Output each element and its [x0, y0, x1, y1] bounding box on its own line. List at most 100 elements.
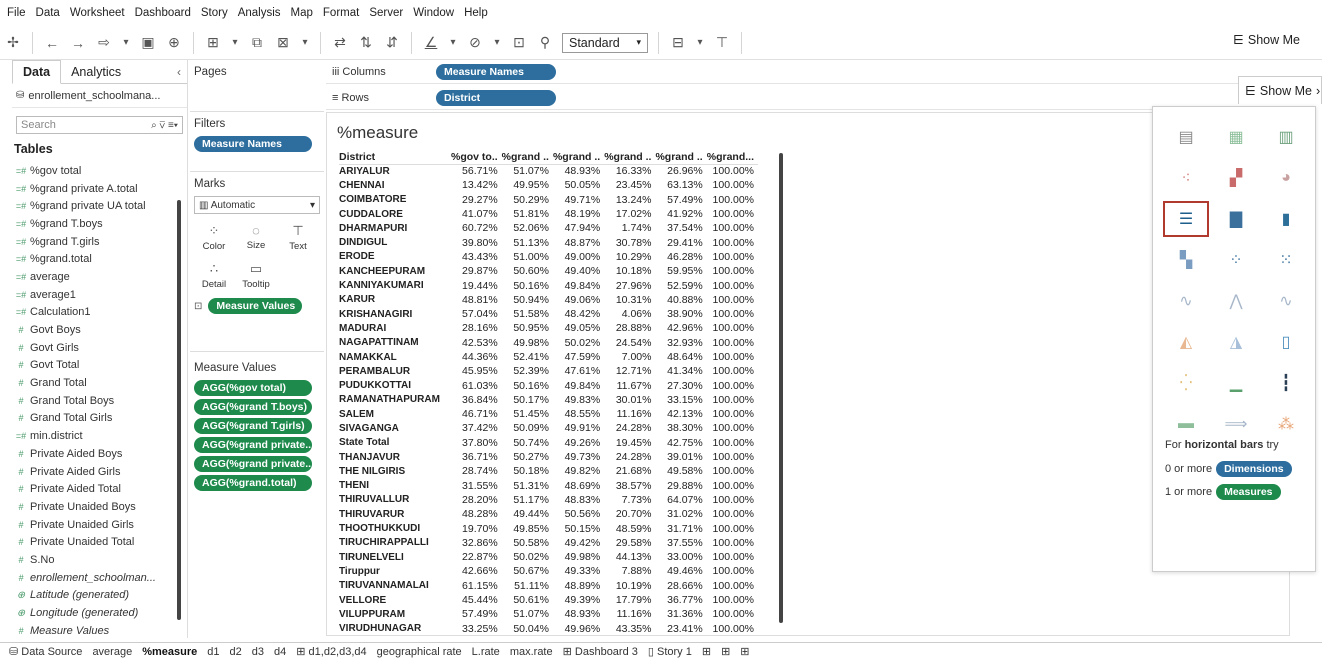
menu-format[interactable]: Format [318, 7, 364, 19]
value-cell[interactable]: 49.46% [655, 564, 706, 578]
field-item[interactable]: # Private Unaided Total [12, 533, 187, 551]
value-cell[interactable]: 37.80% [451, 436, 502, 450]
value-cell[interactable]: 48.19% [553, 207, 604, 221]
value-cell[interactable]: 24.28% [604, 450, 655, 464]
value-cell[interactable]: 13.24% [604, 193, 655, 207]
value-cell[interactable]: 48.87% [553, 235, 604, 249]
menu-map[interactable]: Map [286, 7, 318, 19]
value-cell[interactable]: 49.84% [553, 278, 604, 292]
district-cell[interactable]: NAGAPATTINAM [339, 336, 451, 350]
value-cell[interactable]: 100.00% [707, 407, 758, 421]
value-cell[interactable]: 48.28% [451, 507, 502, 521]
value-cell[interactable]: 4.06% [604, 307, 655, 321]
value-cell[interactable]: 33.15% [655, 393, 706, 407]
field-item[interactable]: =# %grand private A.total [12, 180, 187, 198]
rows-shelf[interactable]: ≡ Rows District [326, 86, 1290, 110]
value-cell[interactable]: 51.00% [502, 250, 553, 264]
district-cell[interactable]: State Total [339, 436, 451, 450]
value-cell[interactable]: 57.49% [451, 607, 502, 621]
sheet-tab[interactable]: d1 [202, 646, 224, 658]
value-cell[interactable]: 49.85% [502, 521, 553, 535]
district-cell[interactable]: ERODE [339, 250, 451, 264]
value-cell[interactable]: 10.31% [604, 293, 655, 307]
pie-chart-icon[interactable]: ◕ [1263, 160, 1309, 196]
value-cell[interactable]: 100.00% [707, 235, 758, 249]
sheet-tab[interactable]: d3 [247, 646, 269, 658]
presentation-mode-icon[interactable]: ⊤ [711, 32, 733, 54]
new-dashboard-icon[interactable]: ⊞ [716, 645, 735, 658]
value-cell[interactable]: 51.81% [502, 207, 553, 221]
gantt-chart-icon[interactable]: ▬ [1163, 406, 1209, 442]
dropdown-arrow-icon[interactable]: ▾ [298, 32, 312, 54]
value-cell[interactable]: 30.78% [604, 235, 655, 249]
value-cell[interactable]: 51.13% [502, 235, 553, 249]
district-cell[interactable]: THOOTHUKKUDI [339, 521, 451, 535]
mark-type-select[interactable]: ▥ Automatic ▾ [194, 196, 320, 214]
value-cell[interactable]: 52.59% [655, 278, 706, 292]
value-cell[interactable]: 37.42% [451, 421, 502, 435]
dropdown-arrow-icon[interactable]: ▾ [228, 32, 242, 54]
field-list-scrollbar[interactable] [177, 200, 181, 620]
tableau-logo-icon[interactable]: ✢ [2, 32, 24, 54]
labels-icon[interactable]: ⊡ [508, 32, 530, 54]
value-cell[interactable]: 50.16% [502, 278, 553, 292]
value-cell[interactable]: 28.20% [451, 493, 502, 507]
value-cell[interactable]: 64.07% [655, 493, 706, 507]
district-cell[interactable]: THENI [339, 479, 451, 493]
value-cell[interactable]: 100.00% [707, 307, 758, 321]
field-item[interactable]: =# min.district [12, 427, 187, 445]
tooltip-button[interactable]: ▭ Tooltip [236, 258, 276, 292]
value-cell[interactable]: 22.87% [451, 550, 502, 564]
packed-bubbles-icon[interactable]: ⁂ [1263, 406, 1309, 442]
value-cell[interactable]: 49.98% [502, 336, 553, 350]
value-cell[interactable]: 30.01% [604, 393, 655, 407]
value-cell[interactable]: 100.00% [707, 350, 758, 364]
value-cell[interactable]: 32.93% [655, 336, 706, 350]
circle-views-icon[interactable]: ⁘ [1213, 242, 1259, 278]
horizontal-bars-icon[interactable]: ☰ [1163, 201, 1209, 237]
show-me-button[interactable]: ⋿ Show Me [1233, 32, 1300, 48]
value-cell[interactable]: 49.71% [553, 193, 604, 207]
dropdown-arrow-icon[interactable]: ▾ [446, 32, 460, 54]
field-item[interactable]: =# %grand T.girls [12, 233, 187, 251]
value-cell[interactable]: 50.74% [502, 436, 553, 450]
field-item[interactable]: =# average [12, 268, 187, 286]
new-worksheet-icon[interactable]: ⊞ [697, 645, 716, 658]
value-cell[interactable]: 27.30% [655, 378, 706, 392]
district-cell[interactable]: KRISHANAGIRI [339, 307, 451, 321]
value-cell[interactable]: 49.91% [553, 421, 604, 435]
value-cell[interactable]: 33.25% [451, 622, 502, 636]
discrete-lines-icon[interactable]: ⋀ [1213, 283, 1259, 319]
rows-pill-district[interactable]: District [436, 89, 556, 106]
marks-pill-measure-values[interactable]: Measure Values [208, 298, 303, 314]
value-cell[interactable]: 100.00% [707, 293, 758, 307]
value-cell[interactable]: 100.00% [707, 336, 758, 350]
value-cell[interactable]: 40.88% [655, 293, 706, 307]
value-cell[interactable]: 49.96% [553, 622, 604, 636]
tab-analytics[interactable]: Analytics [61, 61, 131, 83]
field-item[interactable]: =# %gov total [12, 162, 187, 180]
district-cell[interactable]: KANNIYAKUMARI [339, 278, 451, 292]
value-cell[interactable]: 48.55% [553, 407, 604, 421]
value-cell[interactable]: 29.58% [604, 536, 655, 550]
value-cell[interactable]: 48.89% [553, 579, 604, 593]
district-cell[interactable]: DHARMAPURI [339, 221, 451, 235]
value-cell[interactable]: 52.39% [502, 364, 553, 378]
value-cell[interactable]: 49.58% [655, 464, 706, 478]
value-cell[interactable]: 29.88% [655, 479, 706, 493]
save-icon[interactable]: ▣ [137, 32, 159, 54]
menu-file[interactable]: File [2, 7, 31, 19]
swap-icon[interactable]: ⇄ [329, 32, 351, 54]
value-cell[interactable]: 17.02% [604, 207, 655, 221]
field-item[interactable]: # Private Aided Total [12, 480, 187, 498]
dropdown-arrow-icon[interactable]: ▾ [119, 32, 133, 54]
value-cell[interactable]: 29.27% [451, 193, 502, 207]
value-cell[interactable]: 52.06% [502, 221, 553, 235]
sheet-tab[interactable]: max.rate [505, 646, 558, 658]
box-and-whisker-icon[interactable]: ┇ [1263, 365, 1309, 401]
district-cell[interactable]: CHENNAI [339, 178, 451, 192]
columns-shelf[interactable]: iii Columns Measure Names [326, 60, 1290, 84]
value-cell[interactable]: 48.64% [655, 350, 706, 364]
value-cell[interactable]: 100.00% [707, 393, 758, 407]
value-cell[interactable]: 29.41% [655, 235, 706, 249]
